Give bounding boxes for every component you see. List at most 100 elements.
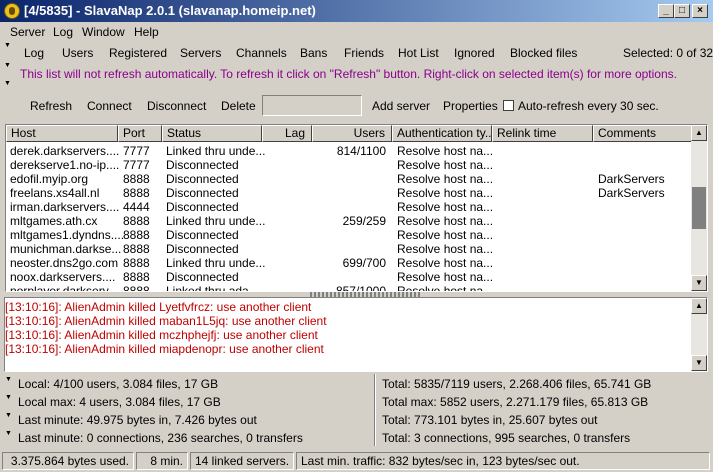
tab-bans[interactable]: Bans — [300, 46, 327, 60]
cell-auth-type: Resolve host na... — [397, 200, 494, 214]
table-row[interactable]: norplayer.darkserv... 8888 Linked thru ada… — [6, 284, 696, 292]
table-row[interactable]: noox.darkservers.... 8888 Disconnected Reso… — [6, 270, 696, 284]
title-bar[interactable]: [4/5835] - SlavaNap 2.0.1 (slavanap.home… — [0, 0, 713, 22]
cell-status: Disconnected — [166, 172, 239, 186]
stats-grip[interactable] — [5, 374, 13, 392]
column-header-relink-time[interactable]: Relink time — [492, 125, 593, 142]
table-row[interactable]: mltgames.ath.cx 8888 Linked thru unde... 25… — [6, 214, 696, 228]
tab-blocked-files[interactable]: Blocked files — [510, 46, 577, 60]
column-header-host[interactable]: Host — [6, 125, 118, 142]
actions-grip[interactable] — [4, 80, 11, 94]
cell-auth-type: Resolve host na... — [397, 270, 494, 284]
cell-host: noox.darkservers.... — [10, 270, 116, 284]
scroll-down-icon[interactable]: ▼ — [691, 355, 707, 371]
cell-port: 8888 — [123, 284, 150, 292]
local-connections-stat: Last minute: 0 connections, 236 searches… — [18, 431, 303, 445]
tab-registered[interactable]: Registered — [109, 46, 167, 60]
cell-auth-type: Resolve host na... — [397, 256, 494, 270]
cell-auth-type: Resolve host na... — [397, 158, 494, 172]
table-row[interactable]: neoster.dns2go.com 8888 Linked thru unde..… — [6, 256, 696, 270]
cell-port: 8888 — [123, 172, 150, 186]
server-address-input[interactable] — [262, 95, 362, 116]
table-row[interactable]: derek.darkservers.... 7777 Linked thru und… — [6, 144, 696, 158]
delete-button[interactable]: Delete — [221, 99, 256, 113]
cell-host: munichman.darkse... — [10, 242, 122, 256]
cell-port: 7777 — [123, 158, 150, 172]
scroll-thumb[interactable] — [692, 187, 706, 229]
tab-users[interactable]: Users — [62, 46, 93, 60]
cell-status: Linked thru unde... — [166, 214, 266, 228]
column-header-port[interactable]: Port — [118, 125, 162, 142]
disconnect-button[interactable]: Disconnect — [147, 99, 206, 113]
cell-port: 8888 — [123, 270, 150, 284]
add-server-button[interactable]: Add server — [372, 99, 430, 113]
stats-grip[interactable] — [5, 392, 13, 410]
scroll-up-icon[interactable]: ▲ — [691, 298, 707, 314]
cell-host: norplayer.darkserv... — [10, 284, 118, 292]
cell-host: neoster.dns2go.com — [10, 256, 119, 270]
tab-servers[interactable]: Servers — [180, 46, 221, 60]
cell-status: Linked thru unde... — [166, 144, 266, 158]
cell-port: 8888 — [123, 242, 150, 256]
local-bytes-stat: Last minute: 49.975 bytes in, 7.426 byte… — [18, 413, 257, 427]
tab-log[interactable]: Log — [24, 46, 44, 60]
tab-hot-list[interactable]: Hot List — [398, 46, 439, 60]
table-row[interactable]: mltgames1.dyndns.... 8888 Disconnected Reso… — [6, 228, 696, 242]
properties-button[interactable]: Properties — [443, 99, 498, 113]
menu-window[interactable]: Window — [82, 25, 125, 39]
tab-ignored[interactable]: Ignored — [454, 46, 495, 60]
auto-refresh-checkbox[interactable] — [503, 100, 514, 111]
table-row[interactable]: derekserve1.no-ip.... 7777 Disconnected Res… — [6, 158, 696, 172]
cell-status: Disconnected — [166, 158, 239, 172]
column-header-auth-type[interactable]: Authentication ty... — [392, 125, 492, 142]
cell-status: Disconnected — [166, 228, 239, 242]
cell-auth-type: Resolve host na... — [397, 242, 494, 256]
table-row[interactable]: irman.darkservers.... 4444 Disconnected Res… — [6, 200, 696, 214]
log-line: [13:10:16]: AlienAdmin killed Lyetfvfrcz… — [5, 300, 312, 314]
tab-friends[interactable]: Friends — [344, 46, 384, 60]
server-list-scrollbar[interactable]: ▲ ▼ — [691, 125, 707, 291]
scroll-down-icon[interactable]: ▼ — [691, 275, 707, 291]
column-header-lag[interactable]: Lag — [262, 125, 312, 142]
cell-auth-type: Resolve host na... — [397, 228, 494, 242]
stats-grip[interactable] — [5, 410, 13, 428]
column-header-comments[interactable]: Comments — [593, 125, 693, 142]
menu-server[interactable]: Server — [10, 25, 45, 39]
cell-port: 8888 — [123, 214, 150, 228]
connect-button[interactable]: Connect — [87, 99, 132, 113]
table-row[interactable]: munichman.darkse... 8888 Disconnected Resol… — [6, 242, 696, 256]
scroll-up-icon[interactable]: ▲ — [691, 125, 707, 141]
total-users-stat: Total: 5835/7119 users, 2.268.406 files,… — [382, 377, 652, 391]
table-row[interactable]: freelans.xs4all.nl 8888 Disconnected Resolv… — [6, 186, 696, 200]
column-header-status[interactable]: Status — [162, 125, 262, 142]
info-grip[interactable] — [4, 62, 11, 76]
selection-count: Selected: 0 of 32 — [623, 46, 713, 60]
refresh-button[interactable]: Refresh — [30, 99, 72, 113]
minimize-button[interactable]: _ — [658, 4, 674, 18]
menu-bar: Server Log Window Help — [0, 22, 713, 42]
log-panel[interactable]: [13:10:16]: AlienAdmin killed Lyetfvfrcz… — [4, 297, 708, 372]
info-message: This list will not refresh automatically… — [20, 67, 677, 81]
log-line: [13:10:16]: AlienAdmin killed mczhphejfj… — [5, 328, 318, 342]
local-users-stat: Local: 4/100 users, 3.084 files, 17 GB — [18, 377, 219, 391]
cell-host: derek.darkservers.... — [10, 144, 120, 158]
app-icon[interactable] — [4, 3, 20, 19]
log-scrollbar[interactable]: ▲ ▼ — [691, 298, 707, 371]
column-header-users[interactable]: Users — [312, 125, 392, 142]
cell-users: 857/1000 — [335, 284, 386, 292]
cell-comments: DarkServers — [598, 172, 665, 186]
tab-channels[interactable]: Channels — [236, 46, 287, 60]
table-row[interactable]: edofil.myip.org 8888 Disconnected Resolve h… — [6, 172, 696, 186]
close-button[interactable]: × — [692, 4, 708, 18]
cell-users: 814/1100 — [336, 144, 386, 158]
maximize-button[interactable]: □ — [674, 4, 690, 18]
menu-log[interactable]: Log — [53, 25, 73, 39]
cell-auth-type: Resolve host na... — [397, 284, 494, 292]
stats-grip[interactable] — [5, 428, 13, 446]
server-list[interactable]: Host Port Status Lag Users Authenticatio… — [5, 124, 708, 292]
stats-divider — [374, 410, 376, 428]
log-line: [13:10:16]: AlienAdmin killed maban1L5jq… — [5, 314, 327, 328]
stats-divider — [374, 428, 376, 446]
auto-refresh-label[interactable]: Auto-refresh every 30 sec. — [518, 99, 659, 113]
menu-help[interactable]: Help — [134, 25, 159, 39]
